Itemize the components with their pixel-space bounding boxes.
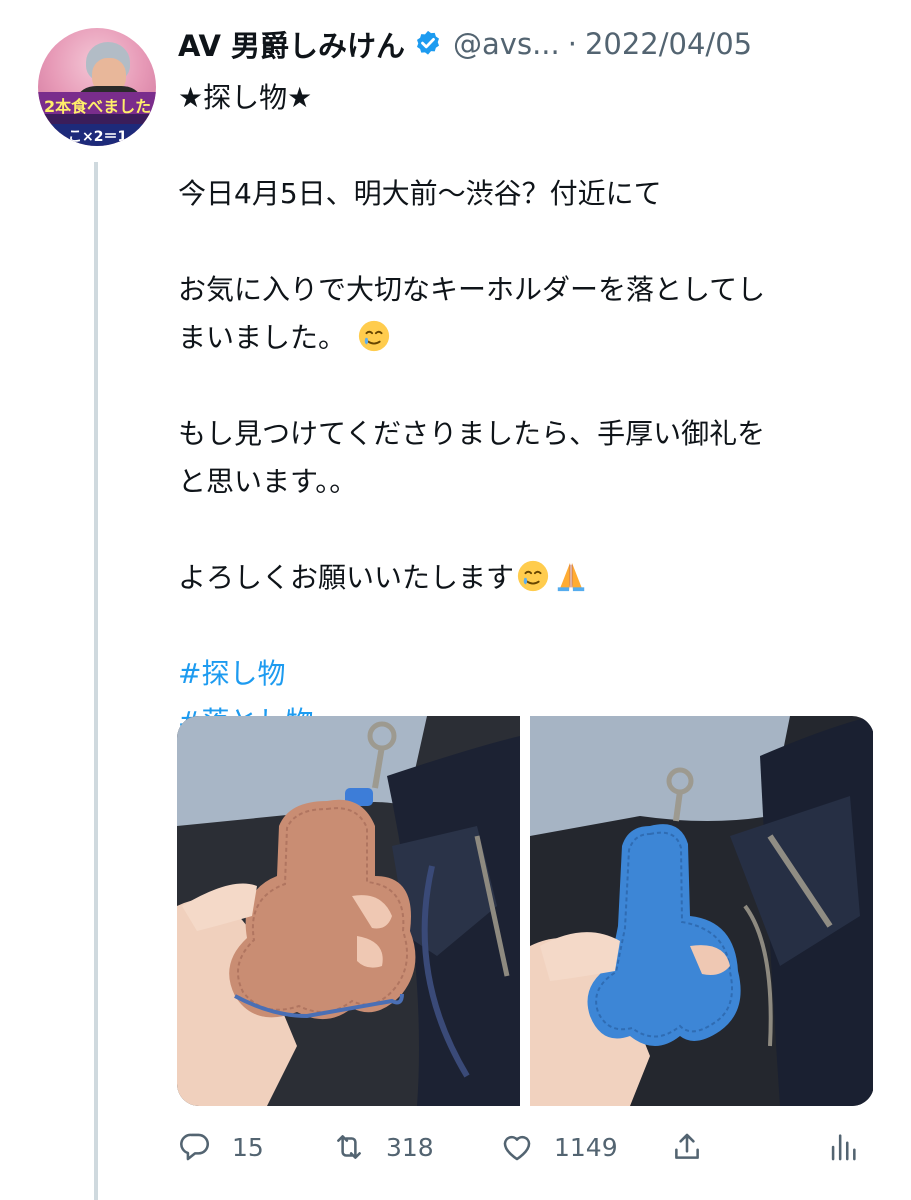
avatar-caption-band: 2本食べました [38,92,156,116]
like-button[interactable]: 1149 [500,1124,618,1170]
avatar-caption-bottom: こ×2＝1 [68,129,128,145]
verified-badge-icon [417,30,440,55]
media-grid [177,716,874,1106]
tweet-text: ★探し物★ 今日4月5日、明大前〜渋谷？付近にて お気に入りで大切なキーホルダー… [178,74,878,746]
media-photo-blue-keyholder[interactable] [530,716,873,1106]
share-button[interactable] [670,1124,704,1170]
hashtag-link[interactable]: #探し物 [178,650,878,698]
tweet-line: もし見つけてくださりましたら、手厚い御礼を [178,417,766,450]
face-holding-back-tears-emoji-icon [517,560,549,592]
tweet-line: 今日4月5日、明大前〜渋谷？付近にて [178,177,662,210]
avatar-caption-band-bottom: こ×2＝1 [38,124,156,146]
retweet-count: 318 [386,1132,434,1162]
photo-tan-keyholder [177,716,520,1106]
analytics-button[interactable] [826,1124,860,1170]
reply-count: 15 [232,1132,264,1162]
tweet-action-bar: 15 318 1149 [178,1124,868,1170]
retweet-icon [337,1135,361,1159]
header-separator: · [567,27,577,61]
thread-line [94,162,98,1200]
display-name[interactable]: AV 男爵しみけん [178,23,405,65]
tweet-line-title: ★探し物★ [178,81,313,114]
like-icon [503,1135,531,1161]
tweet-line: お気に入りで大切なキーホルダーを落としてし [178,273,766,306]
reply-icon [180,1133,210,1161]
reply-button[interactable]: 15 [178,1124,264,1170]
photo-blue-keyholder [530,716,873,1106]
folded-hands-emoji-icon [557,562,585,592]
tweet-line-with-emoji: よろしくお願いいたします [178,554,878,602]
face-holding-back-tears-emoji-icon [358,320,390,352]
share-icon [675,1133,699,1159]
media-photo-tan-keyholder[interactable] [177,716,520,1106]
tweet-line: と思います。。 [178,465,358,498]
analytics-icon [831,1134,856,1161]
author-handle[interactable]: @avs... [453,27,560,61]
tweet-line: まいました。 [178,321,347,354]
tweet-header: AV 男爵しみけん @avs... · 2022/04/05 [178,24,752,64]
tweet-line-with-emoji: まいました。 [178,314,878,362]
like-count: 1149 [554,1132,618,1162]
tweet-line: よろしくお願いいたします [178,561,515,594]
author-avatar[interactable]: 2本食べました こ×2＝1 [38,28,156,146]
retweet-button[interactable]: 318 [332,1124,434,1170]
tweet-date[interactable]: 2022/04/05 [585,27,752,61]
avatar-band-divider [38,114,156,124]
